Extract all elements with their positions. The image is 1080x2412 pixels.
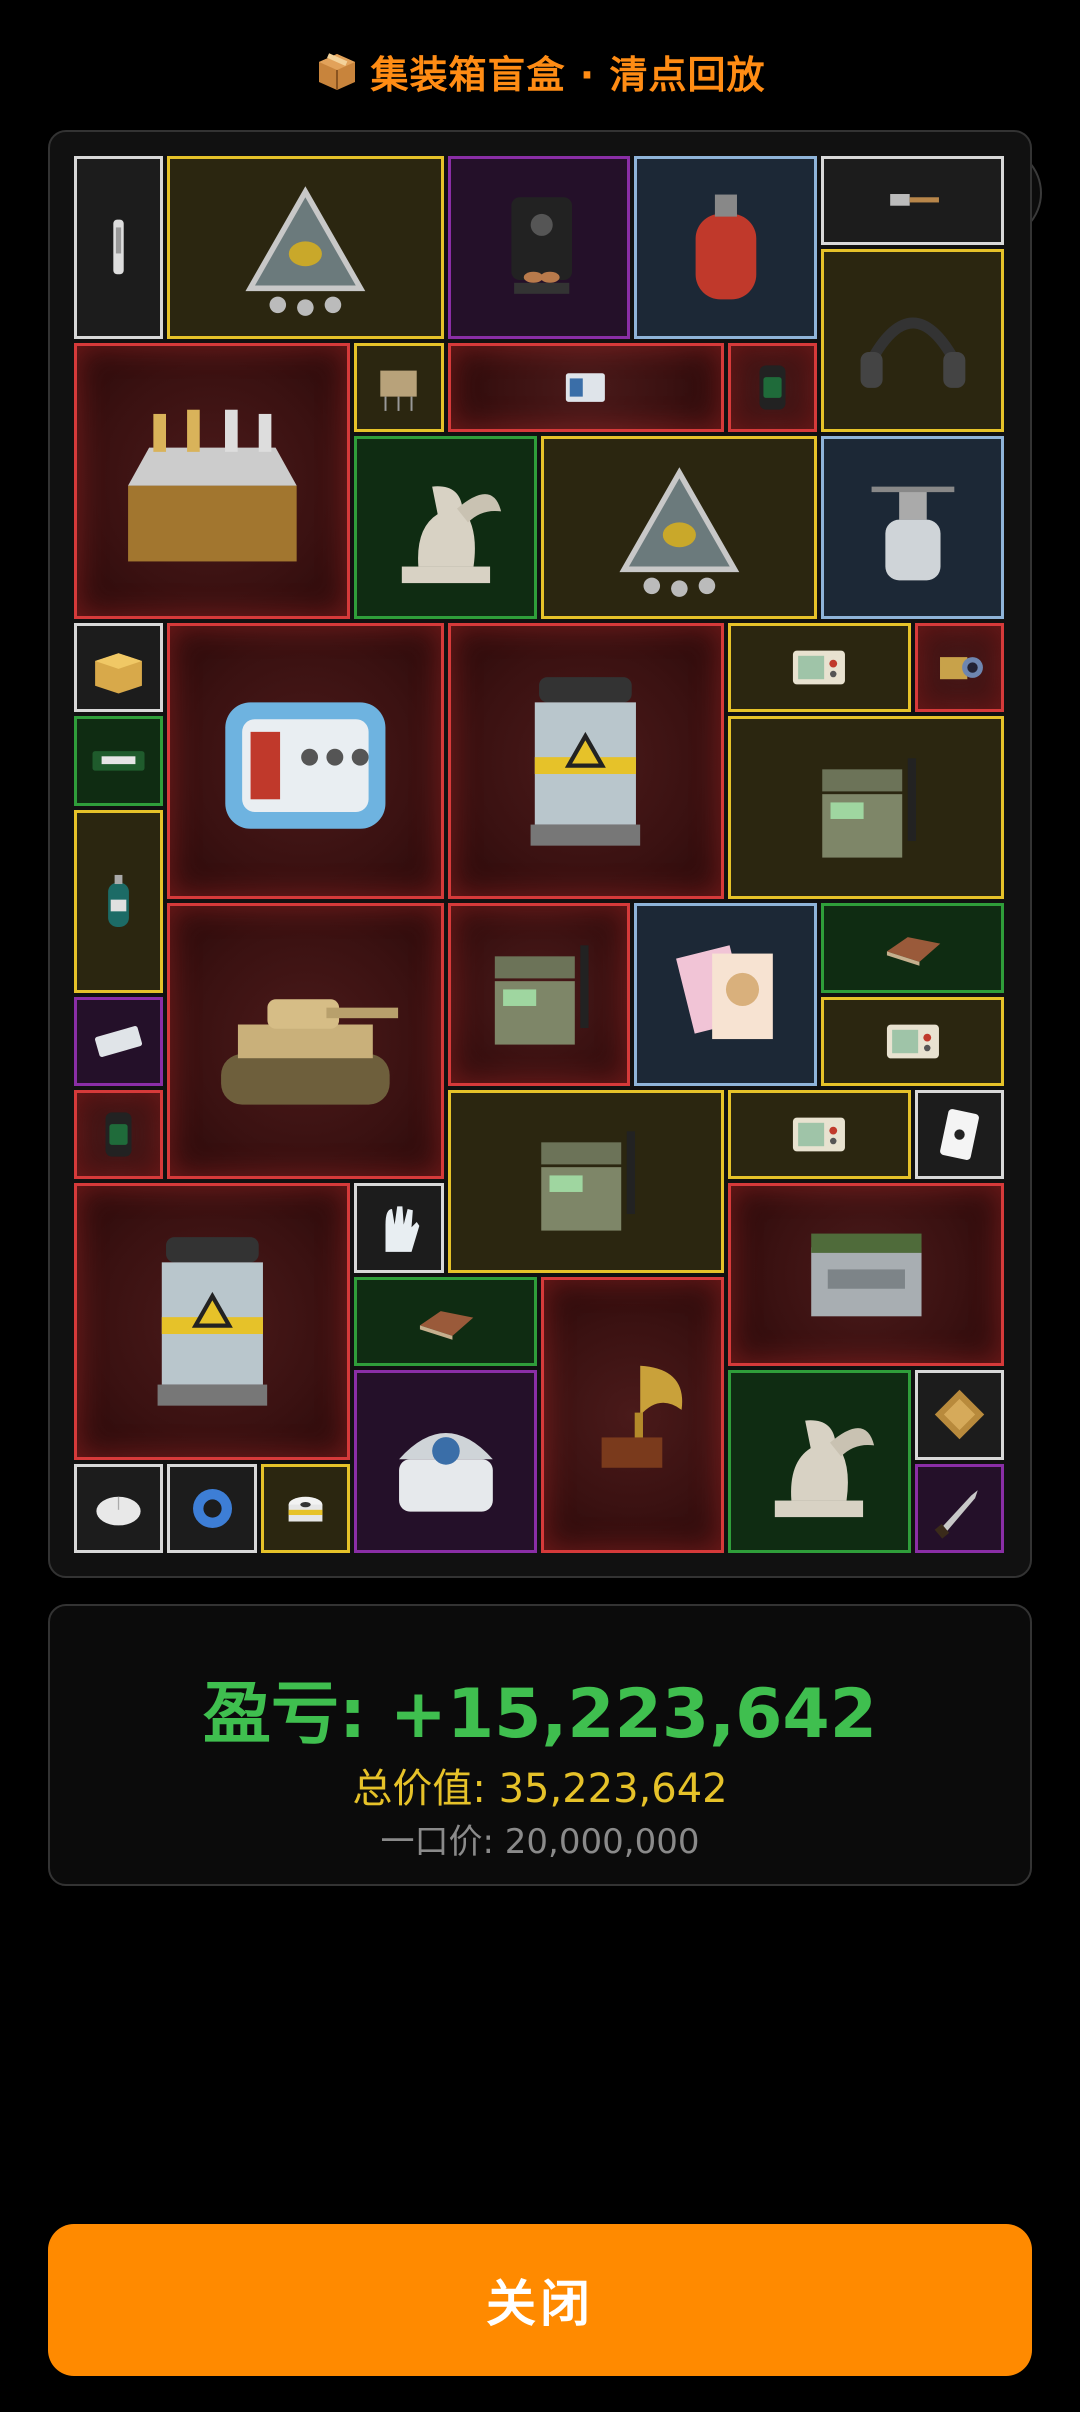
page-title-text: 集装箱盲盒 · 清点回放 [370,53,766,97]
gas-tank-icon [695,195,757,300]
summary-panel: 盈亏: +15,223,642 总价值: 35,223,642 一口价: 20,… [48,1604,1032,1886]
loot-item-server-unit[interactable] [447,342,724,433]
profit-loss: 盈亏: +15,223,642 [202,1675,878,1754]
loot-item-control-panel[interactable] [727,623,911,713]
loot-item-smart-watch[interactable] [74,1090,164,1180]
loot-item-wood-plank[interactable] [821,903,1004,993]
loot-item-winged-lion-statue[interactable] [727,1370,911,1553]
close-button[interactable]: 关闭 [48,2224,1032,2376]
radio-icon [541,1131,636,1232]
panel-icon [886,1024,939,1059]
loot-item-battle-tank[interactable] [167,903,444,1180]
crate-icon [810,1233,922,1317]
coffee-icon [511,197,573,295]
loot-item-camp-stove[interactable] [821,436,1004,619]
loot-item-hammer[interactable] [821,156,1004,246]
loot-item-circuit-module[interactable] [354,342,444,433]
panel-icon [793,1117,846,1152]
tape-icon [192,1488,232,1528]
amulet-icon [245,186,366,317]
loot-item-oxygen-tank[interactable] [74,809,164,993]
loot-item-wood-plank[interactable] [354,1276,537,1367]
loot-item-magazines[interactable] [634,903,818,1086]
loot-item-ammo-crate[interactable] [727,1183,1004,1367]
loot-item-gas-canister[interactable] [634,156,818,339]
loot-item-defibrillator[interactable] [167,623,444,900]
plank-icon [886,937,940,967]
loot-item-chess-set[interactable] [74,342,351,619]
loot-item-reactor-core[interactable] [447,623,724,900]
stove-icon [871,486,954,580]
loot-item-cardboard-box[interactable] [74,623,164,713]
roll-icon [288,1496,323,1522]
radio-icon [821,758,916,858]
reactor-icon [157,1237,267,1406]
pen-icon [113,220,124,275]
card-icon [939,1109,979,1161]
loot-grid [48,130,1032,1578]
loot-item-gramophone[interactable] [541,1276,724,1553]
reactor-icon [530,676,641,846]
watch-icon [759,365,786,410]
radio-icon [494,944,589,1045]
loot-item-winged-lion-statue[interactable] [354,436,537,619]
glove-icon [385,1205,420,1252]
box-icon [95,653,143,694]
loot-item-ssd-drive[interactable] [74,996,164,1086]
loot-item-playing-card[interactable] [914,1090,1004,1180]
loot-item-tape-roll[interactable] [167,1463,257,1553]
hammer-icon [889,194,939,206]
camera-icon [939,657,983,680]
statue-icon [401,485,501,583]
loot-item-control-panel[interactable] [727,1090,911,1180]
buyout-price: 一口价: 20,000,000 [380,1822,700,1862]
plank-icon [419,1311,473,1340]
loot-item-pillow[interactable] [914,1370,1004,1460]
loot-item-headset[interactable] [821,249,1004,433]
watch-icon [105,1112,132,1157]
loot-item-camera-lens[interactable] [914,623,1004,713]
loot-item-energy-bar[interactable] [74,716,164,806]
pillow-icon [934,1390,984,1440]
headset-icon [860,317,965,388]
total-value: 总价值: 35,223,642 [352,1766,728,1812]
tank-icon [221,999,399,1105]
statue-icon [775,1419,875,1517]
centrifuge-icon [398,1432,493,1512]
loot-item-triangle-amulet[interactable] [167,156,444,339]
bar-icon [92,750,145,771]
mouse-icon [96,1496,141,1526]
panel-icon [793,650,846,685]
loot-item-military-radio[interactable] [447,1090,724,1273]
oxygen-icon [108,875,130,928]
knife-icon [934,1490,978,1539]
page-title: 集装箱盲盒 · 清点回放 [0,44,1080,103]
server-icon [566,373,606,402]
loot-item-smart-watch[interactable] [727,342,818,433]
loot-item-knife[interactable] [914,1463,1004,1553]
gramophone-icon [602,1365,683,1468]
loot-item-reactor-core[interactable] [74,1183,351,1460]
loot-item-computer-mouse[interactable] [74,1463,164,1553]
chip-icon [380,370,418,411]
magazine-icon [675,944,773,1039]
loot-item-centrifuge[interactable] [354,1370,537,1553]
drive-icon [95,1025,143,1057]
loot-item-military-radio[interactable] [727,716,1004,900]
package-icon [315,50,359,103]
loot-item-triangle-amulet[interactable] [541,436,818,619]
chess-icon [127,409,297,561]
loot-item-control-panel[interactable] [821,996,1004,1086]
loot-item-toilet-paper[interactable] [260,1463,351,1553]
medical-device-icon [225,702,386,829]
loot-item-coffee-machine[interactable] [447,156,631,339]
loot-item-injector-pen[interactable] [74,156,164,339]
loot-item-glove[interactable] [354,1183,444,1273]
loot-item-field-radio[interactable] [447,903,631,1086]
amulet-icon [619,466,739,597]
